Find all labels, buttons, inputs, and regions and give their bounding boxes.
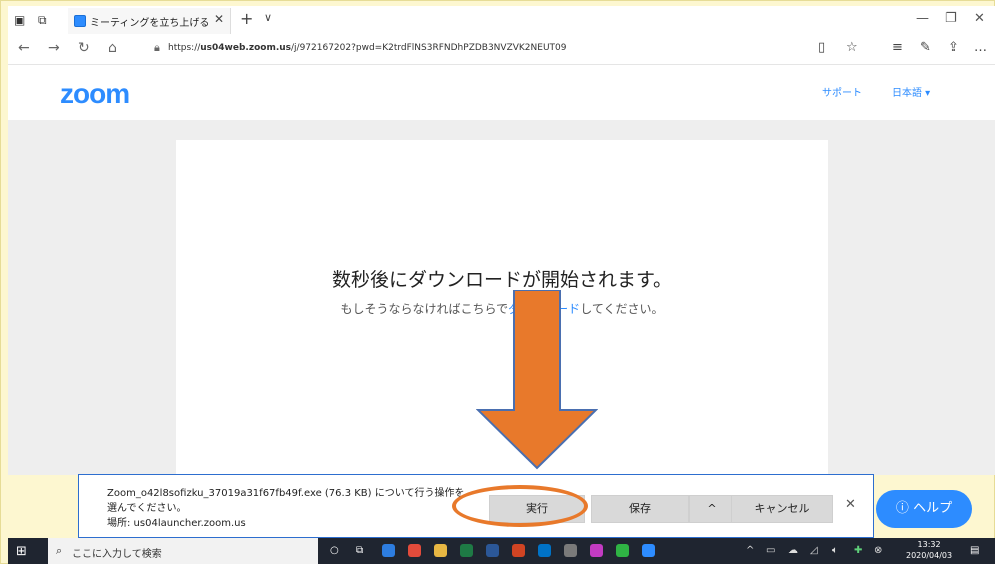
app-icon[interactable] [564,544,577,557]
browser-tab-bar: ▣ ⧉ ミーティングを立ち上げる - ; ✕ + ∨ — ❐ ✕ [8,6,995,34]
chrome-icon[interactable] [408,544,421,557]
onedrive-icon[interactable]: ☁ [788,545,798,556]
zoom-taskbar-icon[interactable] [642,544,655,557]
save-button[interactable]: 保存 [591,495,689,523]
download-filename: Zoom_o42l8sofizku_37019a31f67fb49f.exe (… [107,488,465,499]
refresh-icon[interactable]: ↻ [78,40,90,56]
favorites-list-icon[interactable]: ≡ [892,40,903,55]
maps-icon[interactable] [590,544,603,557]
download-prompt: 選んでください。 [107,503,187,514]
url-domain: us04web.zoom.us [200,43,291,53]
search-placeholder: ここに入力して検索 [72,549,162,560]
tab-actions-icon[interactable]: ▣ [14,13,25,27]
download-message: Zoom_o42l8sofizku_37019a31f67fb49f.exe (… [107,486,464,531]
edge-icon[interactable] [382,544,395,557]
favorite-star-icon[interactable]: ☆ [846,40,858,55]
maximize-icon[interactable]: ❐ [945,11,957,26]
help-label: ヘルプ [913,501,953,516]
windows-taskbar: ⊞ ⌕ ここに入力して検索 ○ ⧉ ^ ▭ ☁ ◿ 🔈︎ ✚ ⊗ 13:32 2… [8,538,995,564]
search-icon: ⌕ [56,544,63,557]
line-icon[interactable] [616,544,629,557]
windows-start-icon[interactable]: ⊞ [16,544,27,559]
forward-icon[interactable]: → [48,40,60,56]
zoom-logo[interactable]: zoom [60,78,130,110]
set-aside-tabs-icon[interactable]: ⧉ [38,13,47,27]
close-window-icon[interactable]: ✕ [974,11,985,26]
notification-status-icon[interactable]: ⊗ [874,545,882,556]
back-icon[interactable]: ← [18,40,30,56]
task-view-icon[interactable]: ⧉ [356,545,363,556]
help-question-icon: ⓘ [895,501,909,516]
address-bar: ← → ↻ ⌂ 🔒︎ https://us04web.zoom.us/j/972… [8,34,995,65]
zoom-favicon-icon [74,15,86,27]
clock-date: 2020/04/03 [906,551,953,560]
url-path: /j/972167202?pwd=K2trdFlNS3RFNDhPZDB3NVZ… [291,43,567,53]
tab-zoom-meeting[interactable]: ミーティングを立ち上げる - ; ✕ [68,8,231,34]
excel-icon[interactable] [460,544,473,557]
tab-title: ミーティングを立ち上げる - ; [90,18,208,29]
word-icon[interactable] [486,544,499,557]
url-prefix: https:// [168,43,201,53]
security-icon[interactable]: ✚ [854,545,862,556]
download-headline: 数秒後にダウンロードが開始されます。 [331,269,673,291]
new-tab-icon[interactable]: + [240,9,253,28]
more-icon[interactable]: … [974,40,987,55]
tab-list-chevron-icon[interactable]: ∨ [264,11,272,24]
taskbar-clock[interactable]: 13:32 2020/04/03 [906,539,952,561]
down-arrow-annotation [476,290,598,470]
tab-close-icon[interactable]: ✕ [214,12,224,26]
powerpoint-icon[interactable] [512,544,525,557]
save-options-chevron[interactable]: ^ [689,495,735,523]
share-icon[interactable]: ⇪ [948,40,959,55]
support-link[interactable]: サポート [822,84,862,99]
taskbar-search[interactable]: ⌕ ここに入力して検索 [48,538,318,564]
action-center-icon[interactable]: ▤ [970,545,979,556]
volume-icon[interactable]: 🔈︎ [832,545,838,556]
help-button[interactable]: ⓘ ヘルプ [876,490,972,528]
run-button-highlight [452,485,588,527]
cancel-button[interactable]: キャンセル [731,495,833,523]
home-icon[interactable]: ⌂ [108,40,117,56]
wifi-icon[interactable]: ◿ [810,545,818,556]
language-select[interactable]: 日本語 ▾ [892,84,930,99]
lock-icon: 🔒︎ [154,41,160,54]
clock-time: 13:32 [917,540,941,549]
outlook-icon[interactable] [538,544,551,557]
battery-icon[interactable]: ▭ [766,545,775,556]
reading-view-icon[interactable]: ▯ [818,40,825,55]
tray-chevron-icon[interactable]: ^ [746,545,754,556]
url-field[interactable]: https://us04web.zoom.us/j/972167202?pwd=… [168,43,566,53]
pen-icon[interactable]: ✎ [920,40,931,55]
close-download-bar-icon[interactable]: ✕ [845,497,856,512]
cortana-icon[interactable]: ○ [330,545,339,556]
minimize-icon[interactable]: — [916,11,929,26]
file-explorer-icon[interactable] [434,544,447,557]
download-location: 場所: us04launcher.zoom.us [107,518,246,529]
